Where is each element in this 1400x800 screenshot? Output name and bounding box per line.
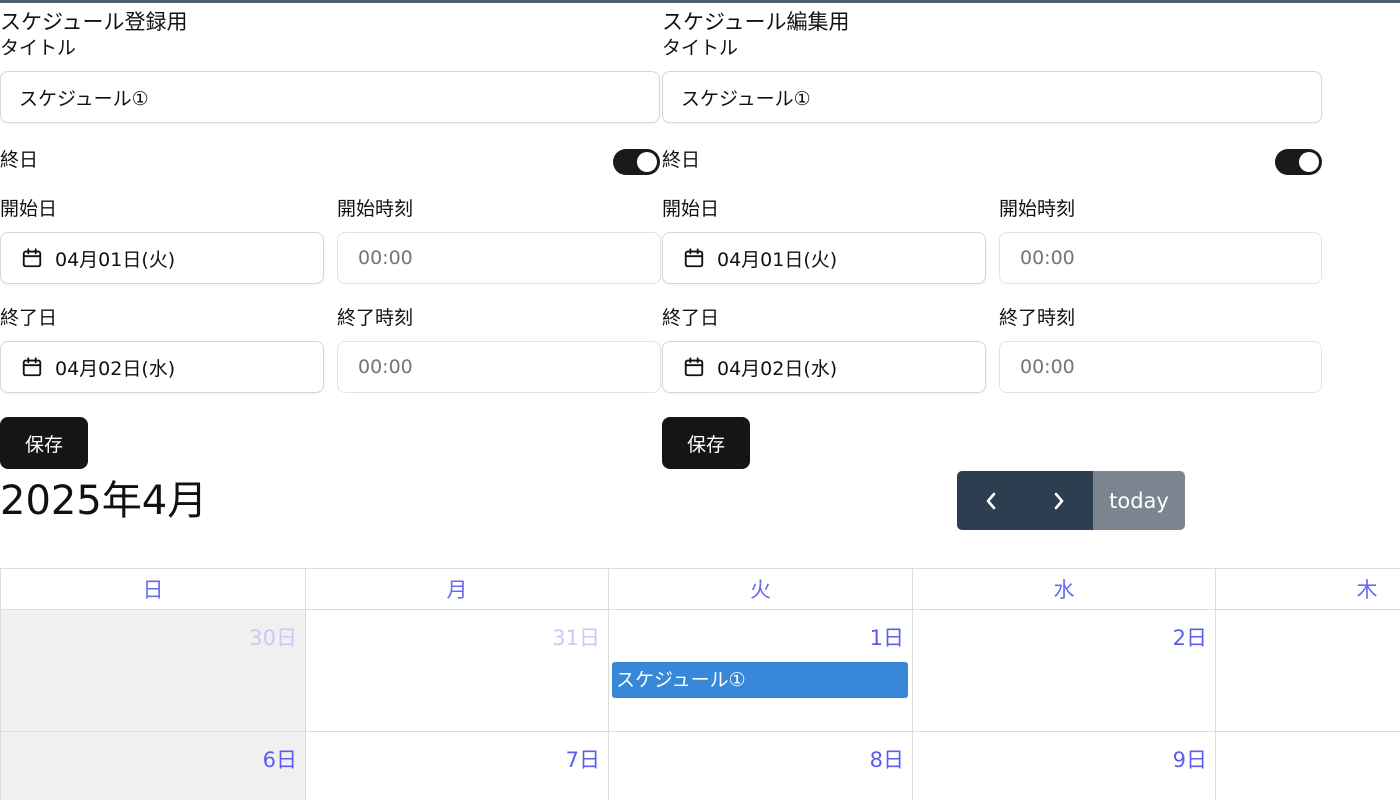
title-label: タイトル: [662, 37, 739, 59]
end-date-label: 終了日: [662, 307, 720, 329]
day-number: 6日: [262, 748, 297, 772]
end-date-value: 04月02日(水): [55, 357, 176, 380]
day-number: 9日: [1172, 748, 1207, 772]
start-date-value: 04月01日(火): [717, 248, 838, 271]
day-cell[interactable]: 2日: [912, 610, 1215, 731]
start-time-input[interactable]: [337, 232, 661, 284]
day-number: 30日: [249, 626, 297, 650]
title-input[interactable]: [0, 71, 660, 123]
weekday-mon: 月: [305, 569, 608, 611]
end-time-label: 終了時刻: [999, 307, 1076, 329]
allday-label: 終日: [662, 149, 701, 171]
calendar-nav: today: [957, 471, 1185, 530]
weekday-thu: 木: [1215, 569, 1400, 611]
allday-toggle[interactable]: [1275, 149, 1322, 175]
end-time-label: 終了時刻: [337, 307, 414, 329]
register-form-heading: スケジュール登録用: [0, 10, 188, 34]
weekday-wed: 水: [912, 569, 1215, 611]
day-cell[interactable]: 30日: [0, 610, 305, 731]
title-label: タイトル: [0, 37, 77, 59]
day-cell[interactable]: 8日: [608, 732, 912, 800]
chevron-left-icon: [986, 492, 996, 509]
day-cell[interactable]: 9日: [912, 732, 1215, 800]
month-calendar: 日 月 火 水 木 30日 31日 1日 2日 6日 7日 8日 9日 スケジュ…: [0, 568, 1400, 800]
weekday-sun: 日: [0, 569, 305, 611]
save-button[interactable]: 保存: [0, 417, 88, 469]
month-title: 2025年4月: [0, 478, 208, 524]
chevron-right-icon: [1054, 492, 1064, 509]
calendar-icon: [22, 357, 42, 377]
day-number: 31日: [552, 626, 600, 650]
weekday-header: 日 月 火 水 木: [0, 568, 1400, 611]
start-date-picker[interactable]: 04月01日(火): [662, 232, 986, 284]
end-time-input[interactable]: [337, 341, 661, 393]
allday-toggle[interactable]: [613, 149, 660, 175]
end-date-picker[interactable]: 04月02日(水): [662, 341, 986, 393]
top-border: [0, 0, 1400, 3]
weekday-tue: 火: [608, 569, 912, 611]
start-time-label: 開始時刻: [337, 198, 414, 220]
end-time-input[interactable]: [999, 341, 1322, 393]
day-cell[interactable]: [1215, 610, 1400, 731]
day-cell[interactable]: 31日: [305, 610, 608, 731]
end-date-label: 終了日: [0, 307, 58, 329]
start-date-label: 開始日: [662, 198, 720, 220]
save-button[interactable]: 保存: [662, 417, 750, 469]
day-number: 1日: [869, 626, 904, 650]
week-row: 6日 7日 8日 9日: [0, 732, 1400, 800]
next-month-button[interactable]: [1025, 471, 1093, 530]
today-button[interactable]: today: [1093, 471, 1185, 530]
title-input[interactable]: [662, 71, 1322, 123]
calendar-icon: [684, 357, 704, 377]
day-cell[interactable]: [1215, 732, 1400, 800]
calendar-icon: [684, 248, 704, 268]
calendar-event[interactable]: スケジュール①: [612, 662, 908, 698]
start-time-input[interactable]: [999, 232, 1322, 284]
prev-month-button[interactable]: [957, 471, 1025, 530]
start-date-picker[interactable]: 04月01日(火): [0, 232, 324, 284]
toggle-knob: [637, 152, 657, 172]
start-time-label: 開始時刻: [999, 198, 1076, 220]
day-number: 2日: [1172, 626, 1207, 650]
allday-label: 終日: [0, 149, 39, 171]
day-number: 8日: [869, 748, 904, 772]
day-number: 7日: [565, 748, 600, 772]
calendar-icon: [22, 248, 42, 268]
end-date-picker[interactable]: 04月02日(水): [0, 341, 324, 393]
day-cell[interactable]: 7日: [305, 732, 608, 800]
edit-form-heading: スケジュール編集用: [662, 10, 850, 34]
day-cell[interactable]: 6日: [0, 732, 305, 800]
start-date-label: 開始日: [0, 198, 58, 220]
start-date-value: 04月01日(火): [55, 248, 176, 271]
toggle-knob: [1299, 152, 1319, 172]
end-date-value: 04月02日(水): [717, 357, 838, 380]
